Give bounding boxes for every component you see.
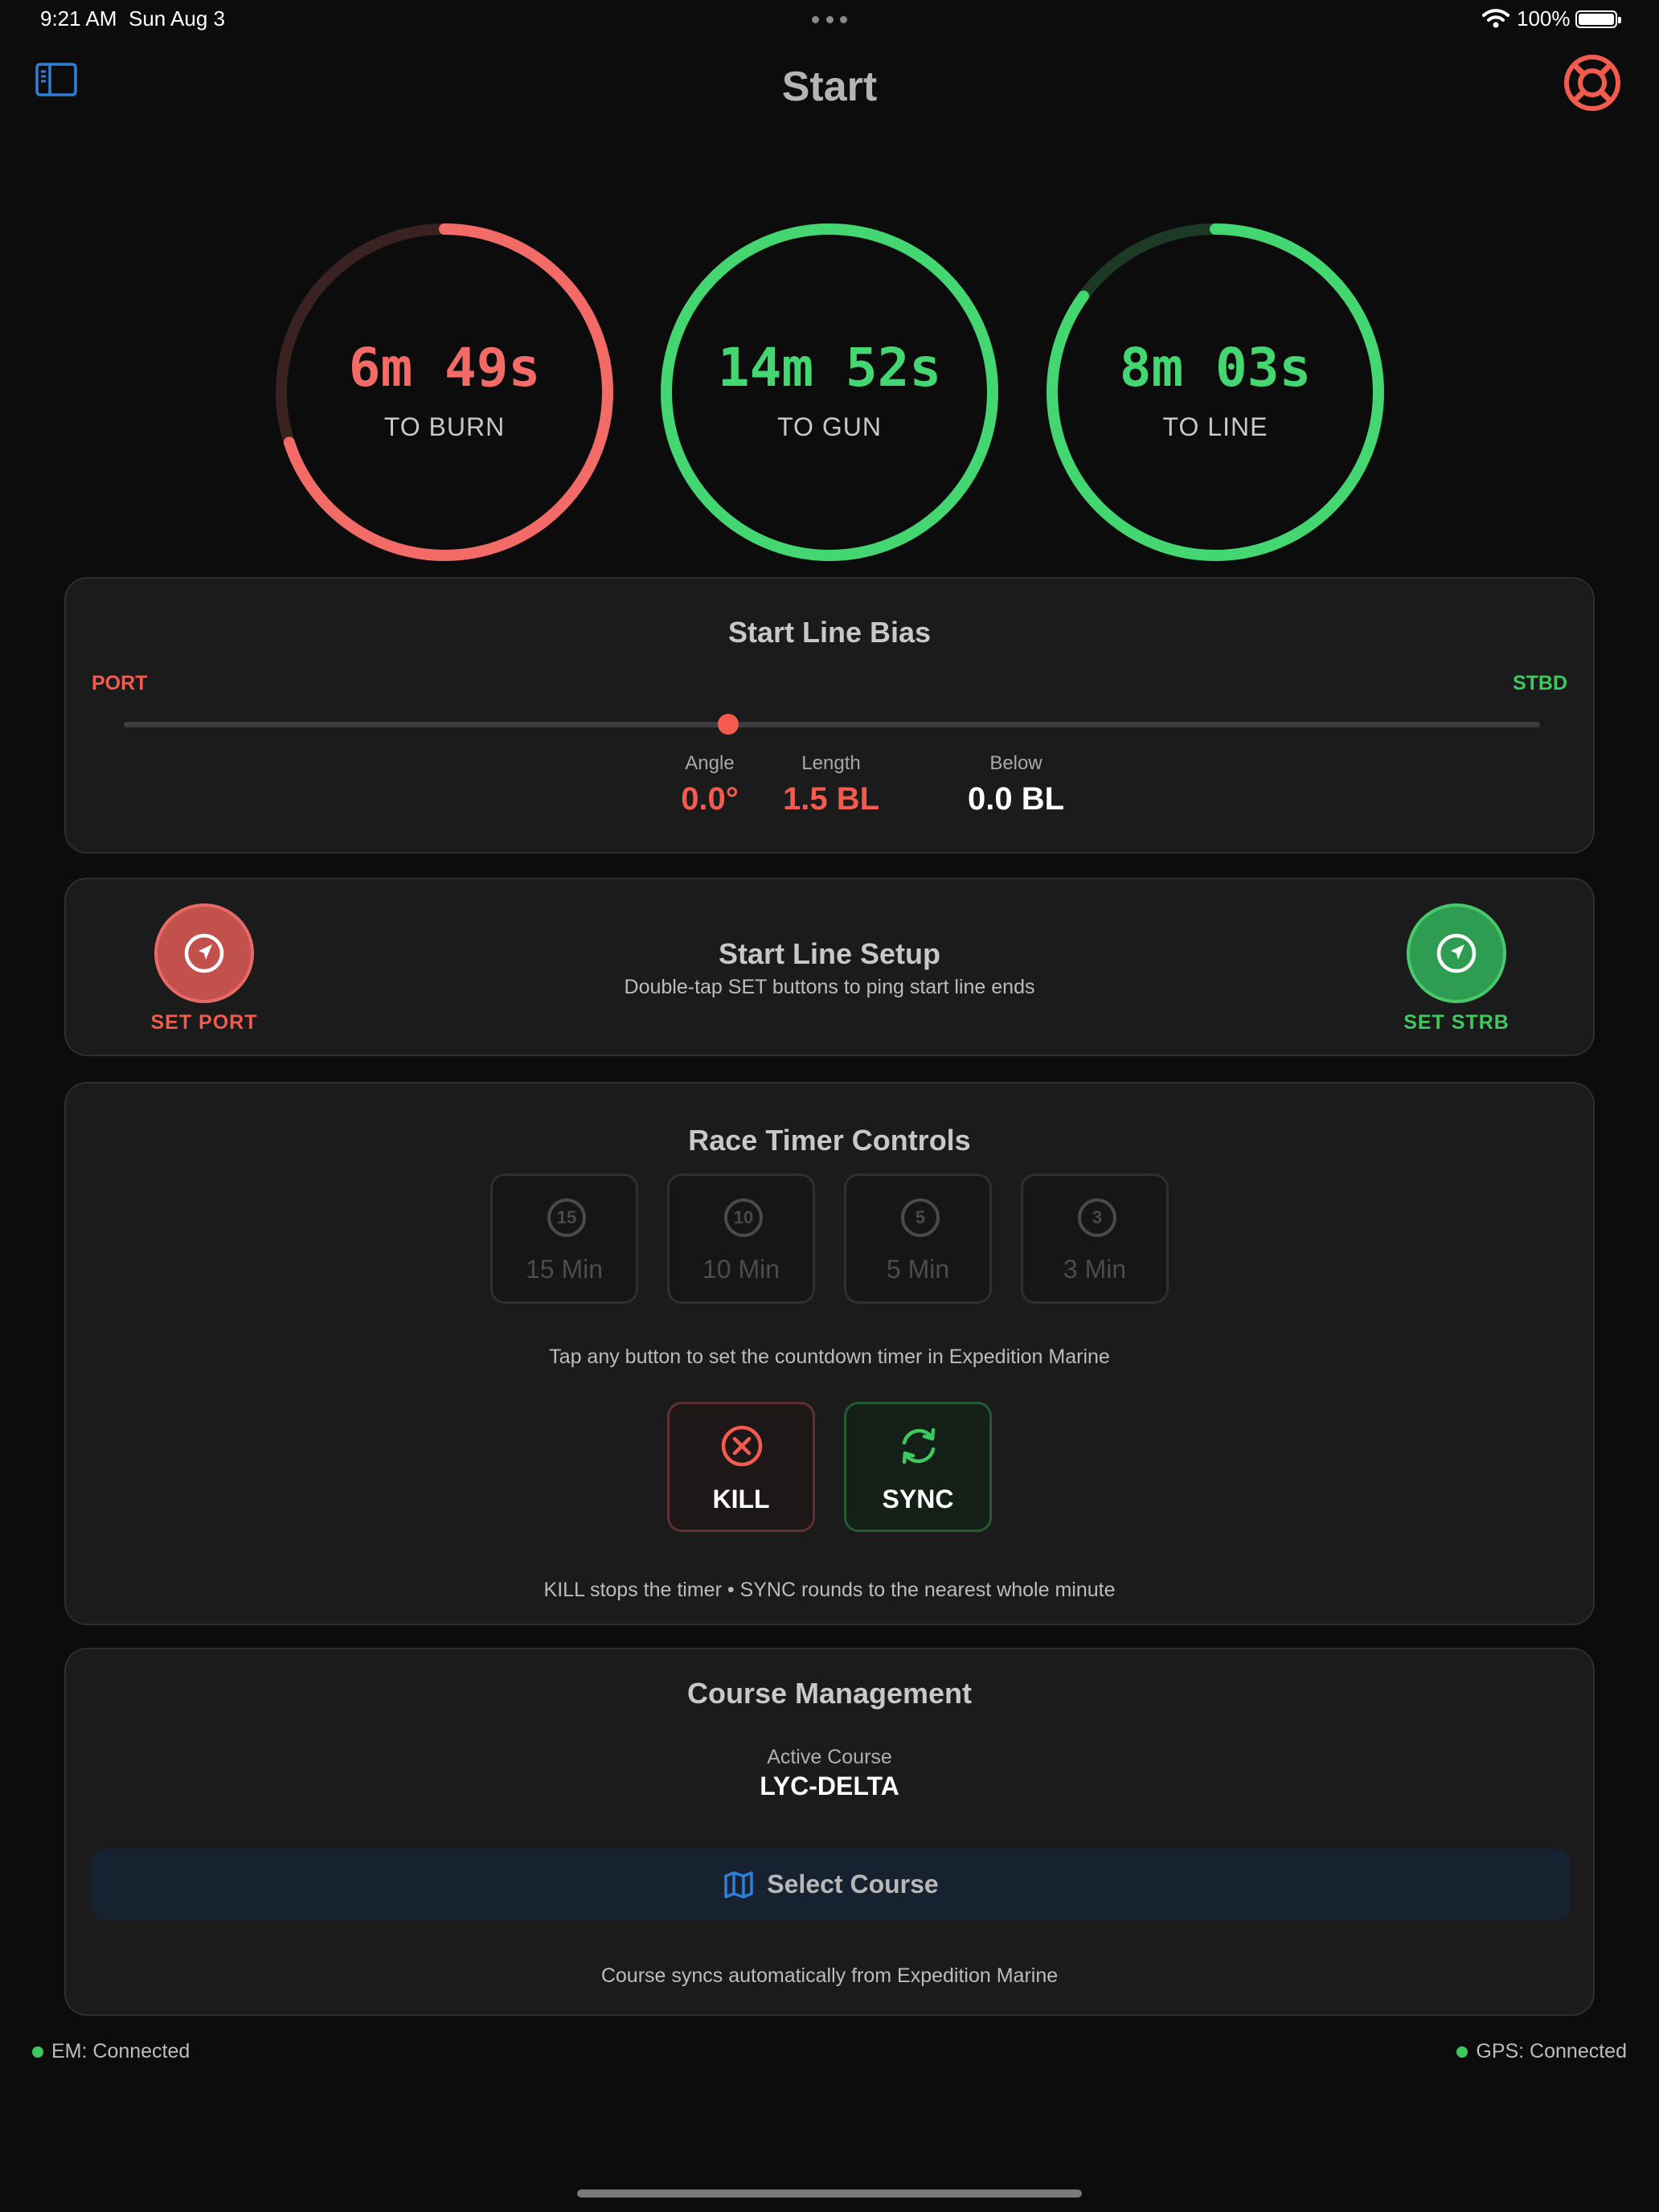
timer-5-min-button[interactable]: 5 5 Min bbox=[844, 1174, 992, 1304]
number-15-circle-icon: 15 bbox=[547, 1198, 586, 1237]
line-time-label: TO LINE bbox=[1162, 412, 1268, 441]
sync-label: SYNC bbox=[882, 1485, 954, 1514]
timer-3-min-button[interactable]: 3 3 Min bbox=[1021, 1174, 1169, 1304]
start-line-setup-card: SET PORT Start Line Setup Double-tap SET… bbox=[64, 878, 1595, 1056]
map-icon bbox=[724, 1870, 754, 1899]
set-stbd-button[interactable] bbox=[1407, 903, 1506, 1003]
number-3-circle-icon: 3 bbox=[1078, 1198, 1116, 1237]
timer-footer-text: KILL stops the timer • SYNC rounds to th… bbox=[543, 1579, 1116, 1601]
gps-status-text: GPS: Connected bbox=[1476, 2040, 1627, 2062]
course-management-card: Course Management Active Course LYC-DELT… bbox=[64, 1648, 1595, 2016]
setup-subtitle: Double-tap SET buttons to ping start lin… bbox=[624, 976, 1035, 998]
number-5-circle-icon: 5 bbox=[901, 1198, 940, 1237]
timer-button-label: 15 Min bbox=[525, 1255, 604, 1284]
set-stbd-label[interactable]: SET STRB bbox=[1376, 1011, 1537, 1034]
home-indicator[interactable] bbox=[577, 2189, 1082, 2198]
burn-timer-ring: 6m 49s TO BURN bbox=[275, 223, 614, 562]
timer-15-min-button[interactable]: 15 15 Min bbox=[490, 1174, 638, 1304]
select-course-button[interactable]: Select Course bbox=[92, 1849, 1571, 1921]
wifi-icon bbox=[1482, 9, 1509, 28]
stbd-label: STBD bbox=[1512, 672, 1567, 694]
battery-percent: 100% bbox=[1517, 6, 1571, 31]
bias-title: Start Line Bias bbox=[727, 616, 932, 649]
length-label: Length bbox=[801, 752, 861, 774]
burn-time-label: TO BURN bbox=[383, 412, 506, 441]
line-time-value: 8m 03s bbox=[1119, 337, 1312, 399]
timer-controls-title: Race Timer Controls bbox=[688, 1124, 971, 1157]
gun-timer-ring: 14m 52s TO GUN bbox=[660, 223, 999, 562]
race-timer-controls-card: Race Timer Controls 15 15 Min 10 10 Min … bbox=[64, 1082, 1595, 1625]
line-timer-ring: 8m 03s TO LINE bbox=[1046, 223, 1385, 562]
gps-connection-status: GPS: Connected bbox=[1456, 2040, 1627, 2063]
bias-indicator bbox=[718, 714, 739, 735]
length-value: 1.5 BL bbox=[782, 781, 880, 817]
number-10-circle-icon: 10 bbox=[724, 1198, 763, 1237]
battery-icon bbox=[1575, 10, 1621, 28]
course-footer-text: Course syncs automatically from Expediti… bbox=[600, 1964, 1059, 1987]
gun-time-label: TO GUN bbox=[777, 412, 882, 441]
timer-10-min-button[interactable]: 10 10 Min bbox=[667, 1174, 815, 1304]
lifebuoy-icon[interactable] bbox=[1563, 53, 1622, 113]
timer-button-label: 5 Min bbox=[886, 1255, 950, 1284]
page-title: Start bbox=[781, 63, 878, 110]
course-title: Course Management bbox=[686, 1677, 973, 1710]
below-metric: Below 0.0 BL bbox=[924, 752, 1108, 817]
active-course-value: LYC-DELTA bbox=[760, 1772, 899, 1800]
timer-button-label: 3 Min bbox=[1063, 1255, 1127, 1284]
below-label: Below bbox=[989, 752, 1043, 774]
length-metric: Length 1.5 BL bbox=[739, 752, 924, 817]
sync-arrows-icon bbox=[902, 1428, 936, 1464]
start-line-bias-card: Start Line Bias PORT STBD Angle 0.0° Len… bbox=[64, 577, 1595, 854]
em-connection-status: EM: Connected bbox=[32, 2040, 190, 2063]
burn-time-value: 6m 49s bbox=[348, 337, 541, 399]
status-dot-icon bbox=[32, 2046, 43, 2058]
set-port-label[interactable]: SET PORT bbox=[124, 1011, 285, 1034]
kill-label: KILL bbox=[712, 1485, 770, 1514]
select-course-label: Select Course bbox=[767, 1870, 939, 1899]
below-value: 0.0 BL bbox=[967, 781, 1065, 817]
x-circle-icon bbox=[721, 1425, 763, 1467]
timer-help-text: Tap any button to set the countdown time… bbox=[549, 1346, 1110, 1368]
location-arrow-icon bbox=[1436, 933, 1477, 973]
status-time: 9:21 AM bbox=[40, 6, 117, 31]
kill-button[interactable]: KILL bbox=[667, 1402, 815, 1532]
gun-time-value: 14m 52s bbox=[717, 337, 942, 399]
timer-button-label: 10 Min bbox=[702, 1255, 780, 1284]
em-status-text: EM: Connected bbox=[51, 2040, 190, 2062]
status-bar: 9:21 AM Sun Aug 3 100% bbox=[0, 0, 1659, 40]
active-course-label: Active Course bbox=[767, 1746, 892, 1768]
bias-slider-track bbox=[124, 722, 1540, 727]
multitasking-dots-icon[interactable] bbox=[812, 16, 847, 24]
setup-title: Start Line Setup bbox=[718, 937, 941, 970]
sync-button[interactable]: SYNC bbox=[844, 1402, 992, 1532]
status-date: Sun Aug 3 bbox=[129, 6, 225, 31]
status-dot-icon bbox=[1456, 2046, 1469, 2058]
port-label: PORT bbox=[92, 672, 148, 694]
